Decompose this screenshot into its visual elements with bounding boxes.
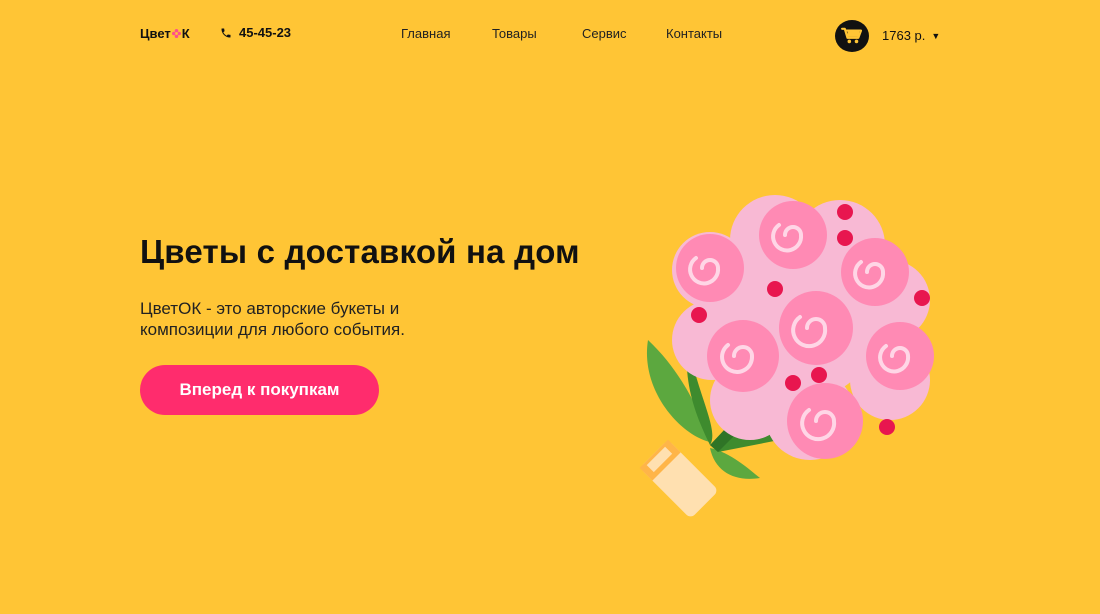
chevron-down-icon: ▼ xyxy=(931,30,941,41)
nav-home[interactable]: Главная xyxy=(401,26,450,41)
logo[interactable]: Цвет К xyxy=(140,26,190,41)
cart-total-dropdown[interactable]: 1763 р. ▼ xyxy=(882,28,940,43)
logo-text-part1: Цвет xyxy=(140,26,171,41)
nav-service[interactable]: Сервис xyxy=(582,26,627,41)
cart-icon xyxy=(841,27,863,44)
nav-contacts[interactable]: Контакты xyxy=(666,26,722,41)
hero-title: Цветы с доставкой на дом xyxy=(140,233,580,270)
flower-logo-icon xyxy=(171,29,181,38)
phone-link[interactable]: 45-45-23 xyxy=(220,25,291,40)
phone-number: 45-45-23 xyxy=(239,25,292,40)
shop-now-button[interactable]: Вперед к покупкам xyxy=(140,365,379,415)
nav-products[interactable]: Товары xyxy=(492,26,537,41)
cart-total: 1763 р. xyxy=(882,28,926,43)
site-header: Цвет К 45-45-23 Главная Товары Сервис Ко… xyxy=(0,0,1100,70)
logo-text-part2: К xyxy=(181,26,190,41)
hero-description: ЦветОК - это авторские букеты и композиц… xyxy=(140,299,405,339)
phone-icon xyxy=(221,28,231,37)
cart-button[interactable] xyxy=(835,20,869,52)
bouquet-illustration xyxy=(639,195,934,517)
